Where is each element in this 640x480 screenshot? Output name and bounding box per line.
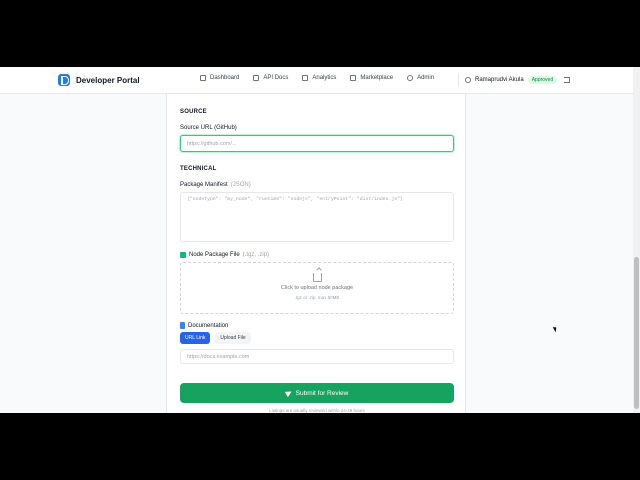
nav-admin[interactable]: Admin	[407, 75, 434, 81]
upload-subtitle: .tgz or .zip, max 50MB	[294, 295, 340, 300]
nav-label: API Docs	[263, 75, 289, 81]
upload-title: Click to upload node package	[280, 285, 354, 291]
top-navigation-bar: Developer Portal Dashboard API Docs Anal…	[0, 67, 633, 94]
browser-viewport: Developer Portal Dashboard API Docs Anal…	[0, 67, 640, 413]
nav-dashboard[interactable]: Dashboard	[200, 75, 239, 81]
label-hint: (.tgz, .zip)	[242, 252, 270, 258]
submission-form: SOURCE Source URL (GitHub) https://githu…	[166, 94, 466, 413]
manifest-textarea[interactable]: {"nodeType": "my_node", "runtime": "node…	[180, 192, 454, 242]
documentation-label: Documentation	[180, 322, 228, 329]
portal-logo-icon	[58, 74, 70, 86]
status-badge: Approved	[527, 76, 558, 84]
label-text: Node Package File	[189, 252, 240, 258]
shield-icon	[407, 75, 414, 81]
document-icon	[180, 322, 185, 329]
package-icon	[180, 252, 186, 258]
logout-icon[interactable]	[564, 77, 570, 83]
nav-label: Admin	[417, 75, 435, 81]
review-note: Listings are usually reviewed within 24-…	[269, 408, 365, 413]
label-text: Documentation	[188, 322, 229, 329]
technical-heading: TECHNICAL	[180, 166, 217, 172]
main-nav: Dashboard API Docs Analytics Marketplace…	[200, 75, 434, 81]
package-icon	[350, 75, 357, 81]
upload-icon	[312, 273, 322, 282]
nav-label: Marketplace	[360, 75, 394, 81]
page-scrollbar[interactable]	[633, 67, 640, 413]
nav-label: Analytics	[312, 75, 337, 81]
send-icon	[284, 388, 293, 398]
tab-upload-file[interactable]: Upload File	[215, 332, 251, 344]
user-name: Ramaprudvi Akula	[475, 77, 524, 83]
nav-label: Dashboard	[210, 75, 240, 81]
user-icon	[465, 77, 471, 83]
brand-name: Developer Portal	[76, 75, 140, 85]
label-text: Package Manifest	[180, 182, 228, 188]
submit-label: Submit for Review	[295, 389, 349, 397]
tab-url-link[interactable]: URL Link	[180, 332, 211, 344]
user-menu[interactable]: Ramaprudvi Akula Approved	[458, 73, 558, 87]
book-icon	[253, 75, 260, 81]
grid-icon	[200, 75, 206, 81]
source-heading: SOURCE	[180, 109, 207, 115]
source-url-label: Source URL (GitHub)	[180, 125, 237, 131]
label-hint: (JSON)	[230, 182, 251, 188]
nav-marketplace[interactable]: Marketplace	[350, 75, 393, 81]
package-file-label: Node Package File (.tgz, .zip)	[180, 252, 269, 258]
source-url-input[interactable]: https://github.com/...	[180, 135, 454, 152]
manifest-label: Package Manifest (JSON)	[180, 182, 251, 188]
submit-for-review-button[interactable]: Submit for Review	[180, 383, 454, 403]
docs-url-input[interactable]: https://docs.example.com	[180, 349, 454, 364]
package-upload-dropzone[interactable]: Click to upload node package .tgz or .zi…	[180, 262, 454, 314]
docs-tabs: URL Link Upload File	[180, 332, 251, 344]
label-text: Source URL (GitHub)	[180, 125, 237, 131]
chart-icon	[302, 75, 309, 81]
brand[interactable]: Developer Portal	[58, 74, 140, 86]
nav-api-docs[interactable]: API Docs	[253, 75, 288, 81]
nav-analytics[interactable]: Analytics	[302, 75, 336, 81]
scrollbar-thumb[interactable]	[634, 257, 639, 409]
